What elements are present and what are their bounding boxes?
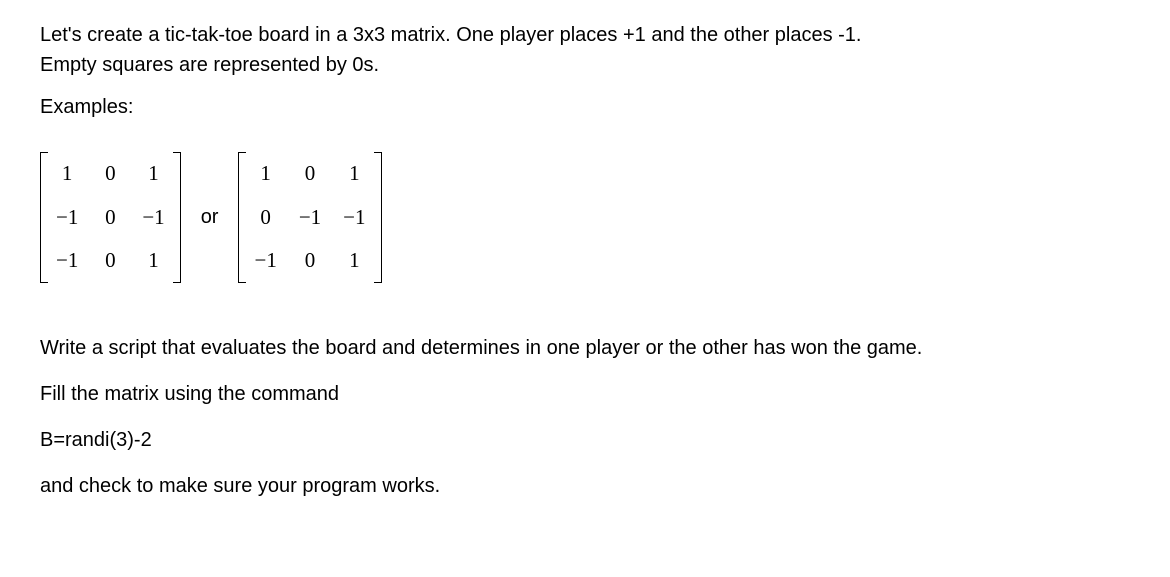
- instruction-line-1: Write a script that evaluates the board …: [40, 333, 1130, 363]
- matrix-cell: −1: [343, 202, 365, 234]
- matrix-cell: −1: [254, 245, 276, 277]
- matrix-cell: 0: [100, 158, 120, 190]
- matrix-cell: −1: [299, 202, 321, 234]
- matrix-1-body: 1 0 1 −1 0 −1 −1 0 1: [48, 152, 173, 283]
- left-bracket-icon: [40, 152, 48, 283]
- matrix-cell: −1: [142, 202, 164, 234]
- matrix-cell: 0: [100, 202, 120, 234]
- matrix-cell: 1: [142, 245, 164, 277]
- matrix-cell: 1: [343, 245, 365, 277]
- instructions-block: Write a script that evaluates the board …: [40, 333, 1130, 501]
- examples-label: Examples:: [40, 92, 1130, 122]
- matrices-row: 1 0 1 −1 0 −1 −1 0 1 or 1 0 1 0 −1 −1 −1…: [40, 152, 1130, 283]
- or-label: or: [201, 202, 219, 232]
- matrix-2: 1 0 1 0 −1 −1 −1 0 1: [238, 152, 381, 283]
- matrix-cell: 1: [142, 158, 164, 190]
- right-bracket-icon: [374, 152, 382, 283]
- instruction-line-2: Fill the matrix using the command: [40, 379, 1130, 409]
- intro-paragraph: Let's create a tic-tak-toe board in a 3x…: [40, 20, 1130, 80]
- matrix-cell: 0: [299, 158, 321, 190]
- right-bracket-icon: [173, 152, 181, 283]
- intro-line-2: Empty squares are represented by 0s.: [40, 54, 379, 76]
- matrix-cell: 0: [100, 245, 120, 277]
- matrix-cell: −1: [56, 245, 78, 277]
- left-bracket-icon: [238, 152, 246, 283]
- intro-line-1: Let's create a tic-tak-toe board in a 3x…: [40, 24, 861, 46]
- matrix-1: 1 0 1 −1 0 −1 −1 0 1: [40, 152, 181, 283]
- matrix-cell: 0: [299, 245, 321, 277]
- matrix-cell: −1: [56, 202, 78, 234]
- instruction-line-4: and check to make sure your program work…: [40, 471, 1130, 501]
- instruction-line-3: B=randi(3)-2: [40, 425, 1130, 455]
- matrix-cell: 1: [343, 158, 365, 190]
- matrix-cell: 0: [254, 202, 276, 234]
- matrix-2-body: 1 0 1 0 −1 −1 −1 0 1: [246, 152, 373, 283]
- matrix-cell: 1: [56, 158, 78, 190]
- matrix-cell: 1: [254, 158, 276, 190]
